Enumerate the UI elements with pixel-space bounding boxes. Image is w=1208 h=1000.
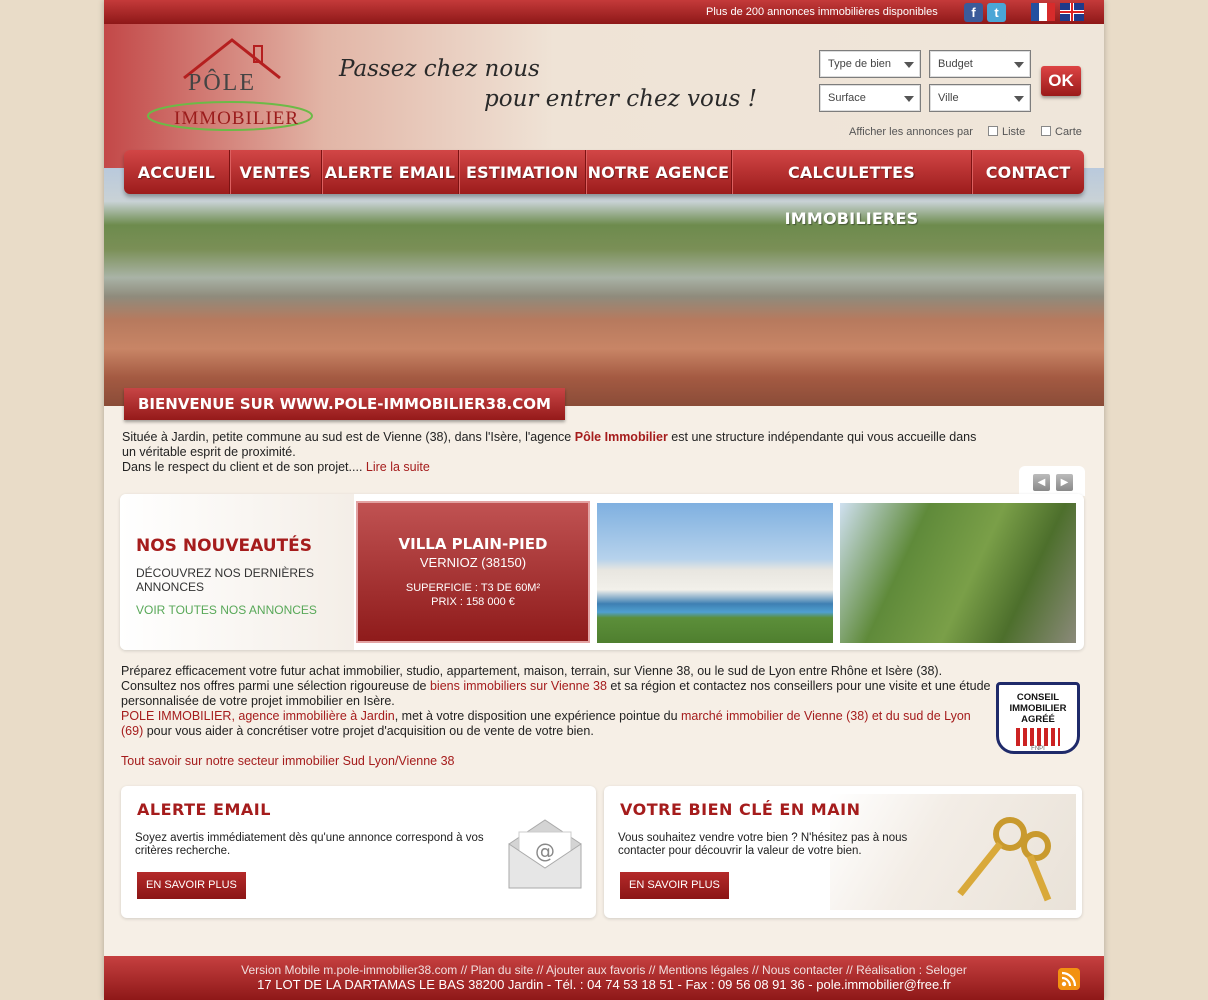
facebook-icon[interactable]: f (964, 3, 983, 22)
liste-checkbox[interactable] (988, 126, 998, 136)
logo-immobilier: IMMOBILIER (174, 108, 300, 129)
intro-p2: Dans le respect du client et de son proj… (122, 460, 366, 474)
top-strip: Plus de 200 annonces immobilières dispon… (104, 0, 1104, 24)
seo-text-g: pour vous aider à concrétiser votre proj… (143, 724, 594, 738)
footer-address: 17 LOT DE LA DARTAMAS LE BAS 38200 Jardi… (257, 977, 951, 992)
biens-vienne-link[interactable]: biens immobiliers sur Vienne 38 (430, 679, 607, 693)
welcome-title: BIENVENUE SUR WWW.POLE-IMMOBILIER38.COM (124, 388, 565, 420)
header: PÔLE IMMOBILIER Passez chez nous pour en… (104, 24, 1104, 168)
featured-type: VILLA PLAIN-PIED (398, 535, 548, 553)
rss-icon[interactable] (1058, 968, 1080, 990)
intro-text: Située à Jardin, petite commune au sud e… (122, 430, 992, 475)
carte-option[interactable]: Carte (1041, 126, 1082, 138)
featured-price: PRIX : 158 000 € (431, 596, 515, 608)
logo[interactable]: PÔLE IMMOBILIER (144, 32, 314, 144)
nav-estimation[interactable]: ESTIMATION (459, 150, 587, 194)
surface-select[interactable]: Surface (819, 84, 921, 112)
bien-more-button[interactable]: EN SAVOIR PLUS (620, 872, 729, 899)
agency-link[interactable]: POLE IMMOBILIER, agence immobilière à Ja… (121, 709, 395, 723)
read-more-link[interactable]: Lire la suite (366, 460, 430, 474)
surface-value: Surface (828, 92, 866, 104)
alerte-more-button[interactable]: EN SAVOIR PLUS (137, 872, 246, 899)
featured-city: VERNIOZ (38150) (419, 555, 527, 570)
conseil-badge: CONSEIL IMMOBILIER AGRÉÉ FNPI (996, 682, 1080, 754)
budget-select[interactable]: Budget (929, 50, 1031, 78)
banner-photo (104, 168, 1104, 406)
news-title: NOS NOUVEAUTÉS (136, 536, 312, 556)
chevron-down-icon (904, 62, 914, 68)
alerte-email-box: ALERTE EMAIL Soyez avertis immédiatement… (121, 786, 596, 918)
news-section: NOS NOUVEAUTÉS DÉCOUVREZ NOS DERNIÈRES A… (120, 494, 1084, 650)
nav-notre-agence[interactable]: NOTRE AGENCE (586, 150, 732, 194)
intro-p1a: Située à Jardin, petite commune au sud e… (122, 430, 575, 444)
chevron-down-icon (1014, 62, 1024, 68)
type-de-bien-select[interactable]: Type de bien (819, 50, 921, 78)
logo-pole: PÔLE (188, 70, 256, 96)
news-label: NOS NOUVEAUTÉS DÉCOUVREZ NOS DERNIÈRES A… (120, 494, 354, 650)
featured-surface: SUPERFICIE : T3 DE 60M² (405, 582, 541, 594)
carte-checkbox[interactable] (1041, 126, 1051, 136)
liste-option[interactable]: Liste (988, 126, 1025, 138)
budget-value: Budget (938, 58, 973, 70)
footer-links[interactable]: Version Mobile m.pole-immobilier38.com /… (104, 963, 1104, 977)
main-nav: ACCUEIL VENTES ALERTE EMAIL ESTIMATION N… (124, 150, 1084, 228)
featured-listing[interactable]: VILLA PLAIN-PIED VERNIOZ (38150) SUPERFI… (356, 501, 590, 643)
ville-select[interactable]: Ville (929, 84, 1031, 112)
chevron-down-icon (1014, 96, 1024, 102)
secteur-link[interactable]: Tout savoir sur notre secteur immobilier… (121, 754, 455, 768)
nav-ventes[interactable]: VENTES (230, 150, 322, 194)
slogan: Passez chez nous pour entrer chez vous ! (339, 54, 757, 114)
seo-text-e: , met à votre disposition une expérience… (394, 709, 682, 723)
type-de-bien-value: Type de bien (828, 58, 891, 70)
intro-agency-name: Pôle Immobilier (574, 430, 668, 444)
liste-label: Liste (1002, 126, 1026, 138)
bien-cle-box: VOTRE BIEN CLÉ EN MAIN Vous souhaitez ve… (604, 786, 1082, 918)
listing-photo-house[interactable] (840, 503, 1076, 643)
seo-text: Préparez efficacement votre futur achat … (121, 664, 991, 739)
all-listings-link[interactable]: VOIR TOUTES NOS ANNONCES (136, 603, 317, 617)
page: Plus de 200 annonces immobilières dispon… (104, 0, 1104, 1000)
chevron-right-icon[interactable]: ▶ (1056, 474, 1073, 491)
bien-title: VOTRE BIEN CLÉ EN MAIN (620, 800, 861, 819)
alerte-title: ALERTE EMAIL (137, 800, 271, 819)
listing-photo-villa[interactable] (597, 503, 833, 643)
bien-desc: Vous souhaitez vendre votre bien ? N'hés… (618, 832, 908, 857)
carousel-arrows: ◀ ▶ (1019, 466, 1085, 496)
news-subtitle: DÉCOUVREZ NOS DERNIÈRES ANNONCES (136, 566, 315, 594)
alerte-desc: Soyez avertis immédiatement dès qu'une a… (135, 832, 484, 857)
nav-alerte-email[interactable]: ALERTE EMAIL (322, 150, 460, 194)
nav-contact[interactable]: CONTACT (972, 150, 1084, 194)
slogan-line-1: Passez chez nous (339, 56, 540, 82)
footer: Version Mobile m.pole-immobilier38.com /… (104, 956, 1104, 1000)
carte-label: Carte (1055, 126, 1082, 138)
twitter-icon[interactable]: t (987, 3, 1006, 22)
chevron-left-icon[interactable]: ◀ (1033, 474, 1050, 491)
top-tagline: Plus de 200 annonces immobilières dispon… (706, 6, 938, 18)
display-label: Afficher les annonces par (849, 126, 973, 138)
search-ok-button[interactable]: OK (1041, 66, 1081, 96)
badge-small-text: FNPI (1031, 746, 1045, 752)
english-flag-icon[interactable] (1060, 3, 1084, 21)
svg-text:@: @ (535, 839, 555, 863)
ville-value: Ville (938, 92, 959, 104)
chevron-down-icon (904, 96, 914, 102)
french-flag-icon[interactable] (1031, 3, 1055, 21)
nav-accueil[interactable]: ACCUEIL (124, 150, 230, 194)
slogan-line-2: pour entrer chez vous ! (484, 86, 758, 112)
house-badge-icon (1016, 728, 1060, 746)
badge-text: CONSEIL IMMOBILIER AGRÉÉ (1009, 692, 1067, 725)
nav-calculettes[interactable]: CALCULETTES IMMOBILIERES (732, 150, 973, 228)
email-envelope-icon: @ (508, 819, 582, 889)
